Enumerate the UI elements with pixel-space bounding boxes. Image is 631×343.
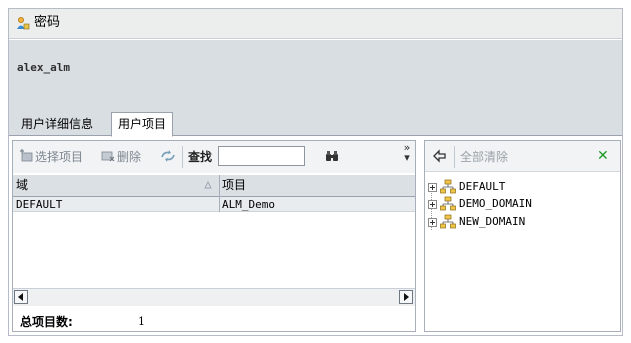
close-icon[interactable]: ✕ xyxy=(597,147,609,165)
tree-node-label: DEMO_DOMAIN xyxy=(459,197,532,210)
cell-domain: DEFAULT xyxy=(16,198,63,211)
toolbar-separator xyxy=(182,146,183,168)
expand-icon[interactable] xyxy=(428,200,437,209)
tree-node-label: NEW_DOMAIN xyxy=(459,215,526,228)
find-label: 查找 xyxy=(188,150,213,164)
total-projects-value: 1 xyxy=(138,315,145,328)
column-divider xyxy=(219,175,220,212)
grid-header xyxy=(13,175,415,197)
tab-user-projects[interactable]: 用户项目 xyxy=(111,112,174,137)
binoculars-icon[interactable] xyxy=(325,149,339,163)
sort-ascending-icon xyxy=(204,179,212,189)
total-projects-label: 总项目数: xyxy=(20,315,73,329)
cell-project: ALM_Demo xyxy=(222,198,275,211)
table-row[interactable] xyxy=(13,197,415,212)
window-header xyxy=(9,9,622,39)
user-name: alex_alm xyxy=(17,61,70,74)
horizontal-scrollbar[interactable] xyxy=(13,288,415,306)
toolbar-separator xyxy=(454,146,455,168)
tree-node-label: DEFAULT xyxy=(459,180,506,193)
scroll-right-button[interactable] xyxy=(399,290,413,304)
select-project-button[interactable]: 选择项目 xyxy=(35,148,83,166)
window-title: 密码 xyxy=(34,15,61,30)
clear-all-button[interactable]: 全部清除 xyxy=(460,148,508,166)
domain-icon xyxy=(440,196,456,212)
expand-icon[interactable] xyxy=(428,218,437,227)
tabs-bar xyxy=(9,98,622,136)
delete-button[interactable]: 删除 xyxy=(117,148,141,166)
tab-user-details[interactable]: 用户详细信息 xyxy=(14,112,100,136)
user-band xyxy=(9,40,622,98)
select-project-icon xyxy=(19,149,33,163)
delete-icon xyxy=(101,149,115,163)
column-header-project[interactable]: 项目 xyxy=(222,177,246,193)
column-header-domain[interactable]: 域 xyxy=(16,177,28,193)
domain-icon xyxy=(440,214,456,230)
password-icon xyxy=(16,16,30,30)
refresh-icon[interactable] xyxy=(160,149,175,163)
scroll-left-button[interactable] xyxy=(14,290,28,304)
toolbar-overflow-button[interactable]: » ▾ xyxy=(400,142,414,167)
find-input[interactable] xyxy=(218,146,305,166)
move-left-button[interactable] xyxy=(430,146,450,166)
domain-icon xyxy=(440,179,456,195)
expand-icon[interactable] xyxy=(428,183,437,192)
